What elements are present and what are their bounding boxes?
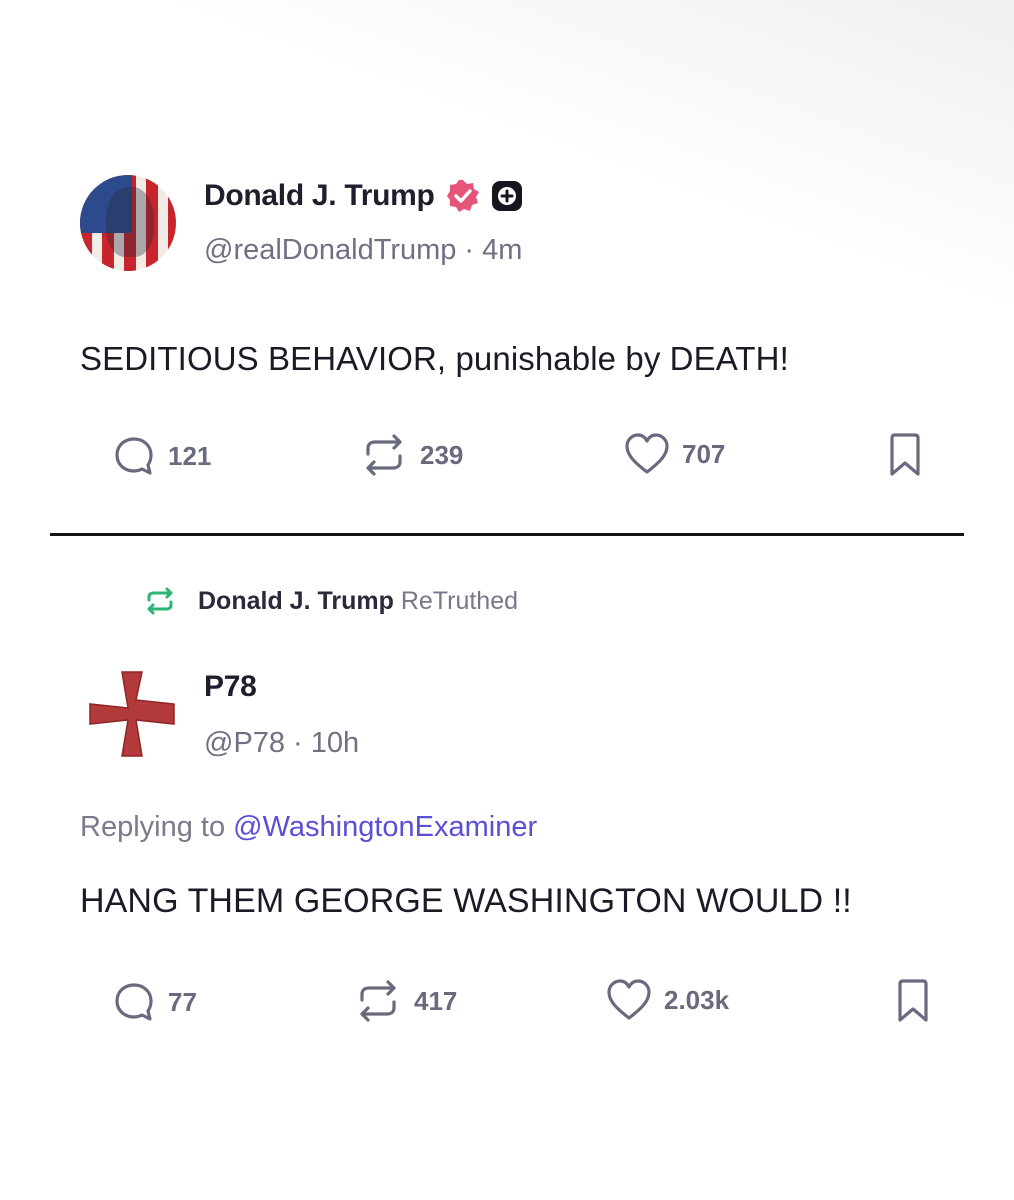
retruth-button[interactable]: 417 [354,978,457,1024]
retruth-author[interactable]: Donald J. Trump [198,587,394,615]
post-p78: Donald J. Trump ReTruthed P78 @P78 · 10h… [0,540,1014,1060]
verified-icon [445,178,481,214]
retruth-count: 417 [414,985,458,1016]
avatar-face [106,187,154,257]
action-bar: 77 417 2.03k [0,974,1014,1024]
reply-count: 121 [168,440,212,471]
author-name-row: Donald J. Trump [204,178,523,214]
divider [50,533,964,536]
cross-icon [89,671,175,757]
separator-dot: · [464,234,475,266]
bookmark-button[interactable] [896,978,930,1029]
reply-button[interactable]: 77 [112,980,197,1024]
author-handle-row: @P78 · 10h [204,727,359,760]
retruth-count: 239 [420,439,464,470]
bookmark-icon [898,979,928,1022]
like-count: 707 [682,438,726,469]
like-button[interactable]: 707 [624,432,725,476]
retruth-icon [147,587,173,615]
avatar[interactable] [88,670,176,758]
author-display-name[interactable]: Donald J. Trump [204,179,435,213]
replying-to: Replying to @WashingtonExaminer [80,811,537,844]
avatar[interactable] [80,175,176,271]
reply-icon [115,983,153,1021]
author-handle-row: @realDonaldTrump · 4m [204,234,522,267]
action-bar: 121 239 707 [0,428,1014,478]
author-name-row: P78 [204,670,257,704]
separator-dot: · [293,727,303,759]
reply-count: 77 [168,986,197,1017]
retruth-icon [360,980,396,1022]
reply-button[interactable]: 121 [112,434,211,478]
author-handle[interactable]: @realDonaldTrump [204,234,456,267]
post-text: SEDITIOUS BEHAVIOR, punishable by DEATH! [80,340,789,377]
bookmark-icon [890,433,920,476]
like-button[interactable]: 2.03k [606,978,729,1022]
post-time[interactable]: 10h [311,727,359,760]
retruth-label: ReTruthed [400,586,518,615]
post-time[interactable]: 4m [482,234,522,267]
retruth-icon [366,434,402,476]
post-trump: Donald J. Trump @realDonaldTrump · 4m SE… [0,0,1014,530]
retruth-button[interactable]: 239 [360,432,463,478]
author-display-name[interactable]: P78 [204,670,257,704]
reply-icon [115,437,153,475]
heart-icon [607,979,651,1020]
author-handle[interactable]: @P78 [204,727,285,760]
retruth-banner: Donald J. Trump ReTruthed [144,586,518,616]
like-count: 2.03k [664,984,730,1015]
replying-handle-link[interactable]: @WashingtonExaminer [233,811,537,843]
post-text: HANG THEM GEORGE WASHINGTON WOULD !! [80,882,852,920]
plus-icon [491,180,523,212]
bookmark-button[interactable] [888,432,922,483]
heart-icon [625,433,669,474]
replying-prefix: Replying to [80,811,226,843]
